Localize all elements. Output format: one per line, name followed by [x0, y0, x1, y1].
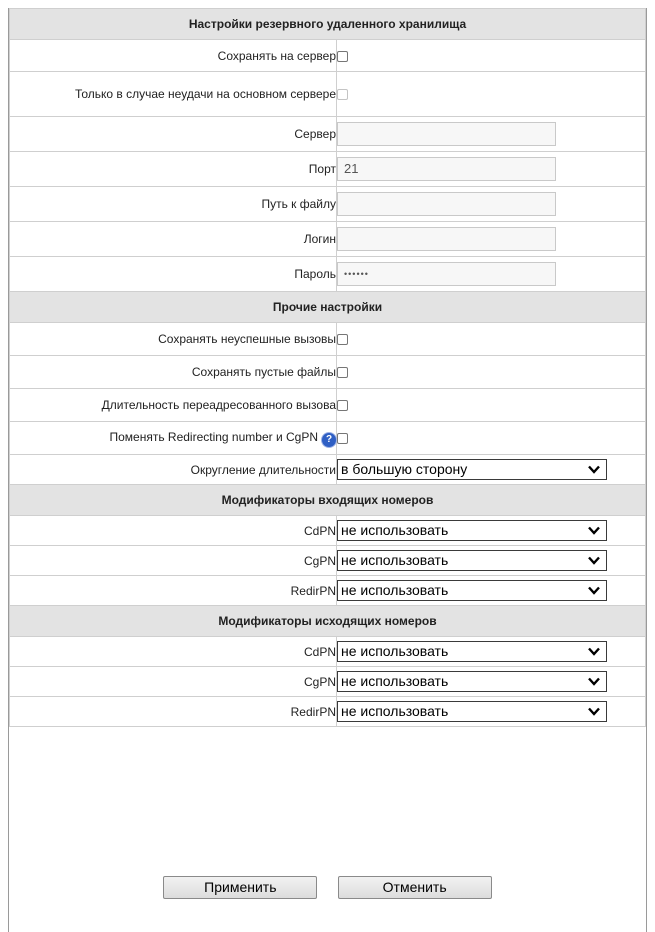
help-icon[interactable]: ? [322, 432, 336, 447]
login-input[interactable] [337, 227, 556, 251]
incoming-cgpn-label: CgPN [9, 545, 337, 576]
swap-redirecting-cgpn-label: Поменять Redirecting number и CgPN [109, 429, 318, 444]
redirected-call-duration-checkbox[interactable] [337, 400, 348, 412]
incoming-redirpn-select[interactable]: не использовать [337, 580, 607, 601]
swap-redirecting-cgpn-row-label: Поменять Redirecting number и CgPN? [9, 421, 337, 455]
save-to-server-checkbox[interactable] [337, 50, 348, 62]
outgoing-redirpn-select[interactable]: не использовать [337, 701, 607, 722]
incoming-cdpn-value: не использовать [341, 522, 449, 538]
swap-redirecting-cgpn-checkbox[interactable] [337, 433, 348, 445]
incoming-cgpn-select[interactable]: не использовать [337, 550, 607, 571]
section-backup-storage: Настройки резервного удаленного хранилищ… [9, 8, 646, 40]
incoming-redirpn-value: не использовать [341, 582, 449, 598]
chevron-down-icon [588, 647, 600, 656]
outgoing-cgpn-label: CgPN [9, 666, 337, 697]
duration-rounding-select[interactable]: в большую сторону [337, 459, 607, 480]
chevron-down-icon [588, 556, 600, 565]
save-empty-files-label: Сохранять пустые файлы [9, 355, 337, 389]
outgoing-cdpn-select[interactable]: не использовать [337, 641, 607, 662]
settings-panel: Настройки резервного удаленного хранилищ… [8, 8, 647, 932]
server-label: Сервер [9, 116, 337, 152]
outgoing-cdpn-label: CdPN [9, 636, 337, 667]
port-label: Порт [9, 151, 337, 187]
section-incoming-modifiers: Модификаторы входящих номеров [9, 484, 646, 516]
apply-button[interactable]: Применить [163, 876, 318, 899]
outgoing-cgpn-select[interactable]: не использовать [337, 671, 607, 692]
port-input[interactable]: 21 [337, 157, 556, 181]
file-path-label: Путь к файлу [9, 186, 337, 222]
incoming-cgpn-value: не использовать [341, 552, 449, 568]
outgoing-cgpn-value: не использовать [341, 673, 449, 689]
password-input[interactable]: •••••• [337, 262, 556, 286]
settings-table: Настройки резервного удаленного хранилищ… [9, 8, 646, 727]
only-on-failure-label: Только в случае неудачи на основном серв… [9, 71, 337, 117]
redirected-call-duration-label: Длительность переадресованного вызова [9, 388, 337, 422]
file-path-input[interactable] [337, 192, 556, 216]
incoming-cdpn-select[interactable]: не использовать [337, 520, 607, 541]
save-failed-calls-checkbox[interactable] [337, 334, 348, 346]
only-on-failure-checkbox[interactable] [337, 89, 348, 101]
chevron-down-icon [588, 465, 600, 474]
password-label: Пароль [9, 256, 337, 292]
login-label: Логин [9, 221, 337, 257]
cancel-button[interactable]: Отменить [337, 876, 492, 899]
save-failed-calls-label: Сохранять неуспешные вызовы [9, 322, 337, 356]
action-buttons: Применить Отменить [9, 876, 646, 899]
duration-rounding-label: Округление длительности [9, 454, 337, 485]
incoming-redirpn-label: RedirPN [9, 575, 337, 606]
incoming-cdpn-label: CdPN [9, 515, 337, 546]
outgoing-redirpn-label: RedirPN [9, 696, 337, 727]
chevron-down-icon [588, 586, 600, 595]
chevron-down-icon [588, 526, 600, 535]
server-input[interactable] [337, 122, 556, 146]
duration-rounding-value: в большую сторону [341, 461, 468, 477]
outgoing-cdpn-value: не использовать [341, 643, 449, 659]
save-to-server-label: Сохранять на сервер [9, 39, 337, 72]
section-other-settings: Прочие настройки [9, 291, 646, 323]
outgoing-redirpn-value: не использовать [341, 703, 449, 719]
save-empty-files-checkbox[interactable] [337, 367, 348, 379]
chevron-down-icon [588, 707, 600, 716]
chevron-down-icon [588, 677, 600, 686]
section-outgoing-modifiers: Модификаторы исходящих номеров [9, 605, 646, 637]
